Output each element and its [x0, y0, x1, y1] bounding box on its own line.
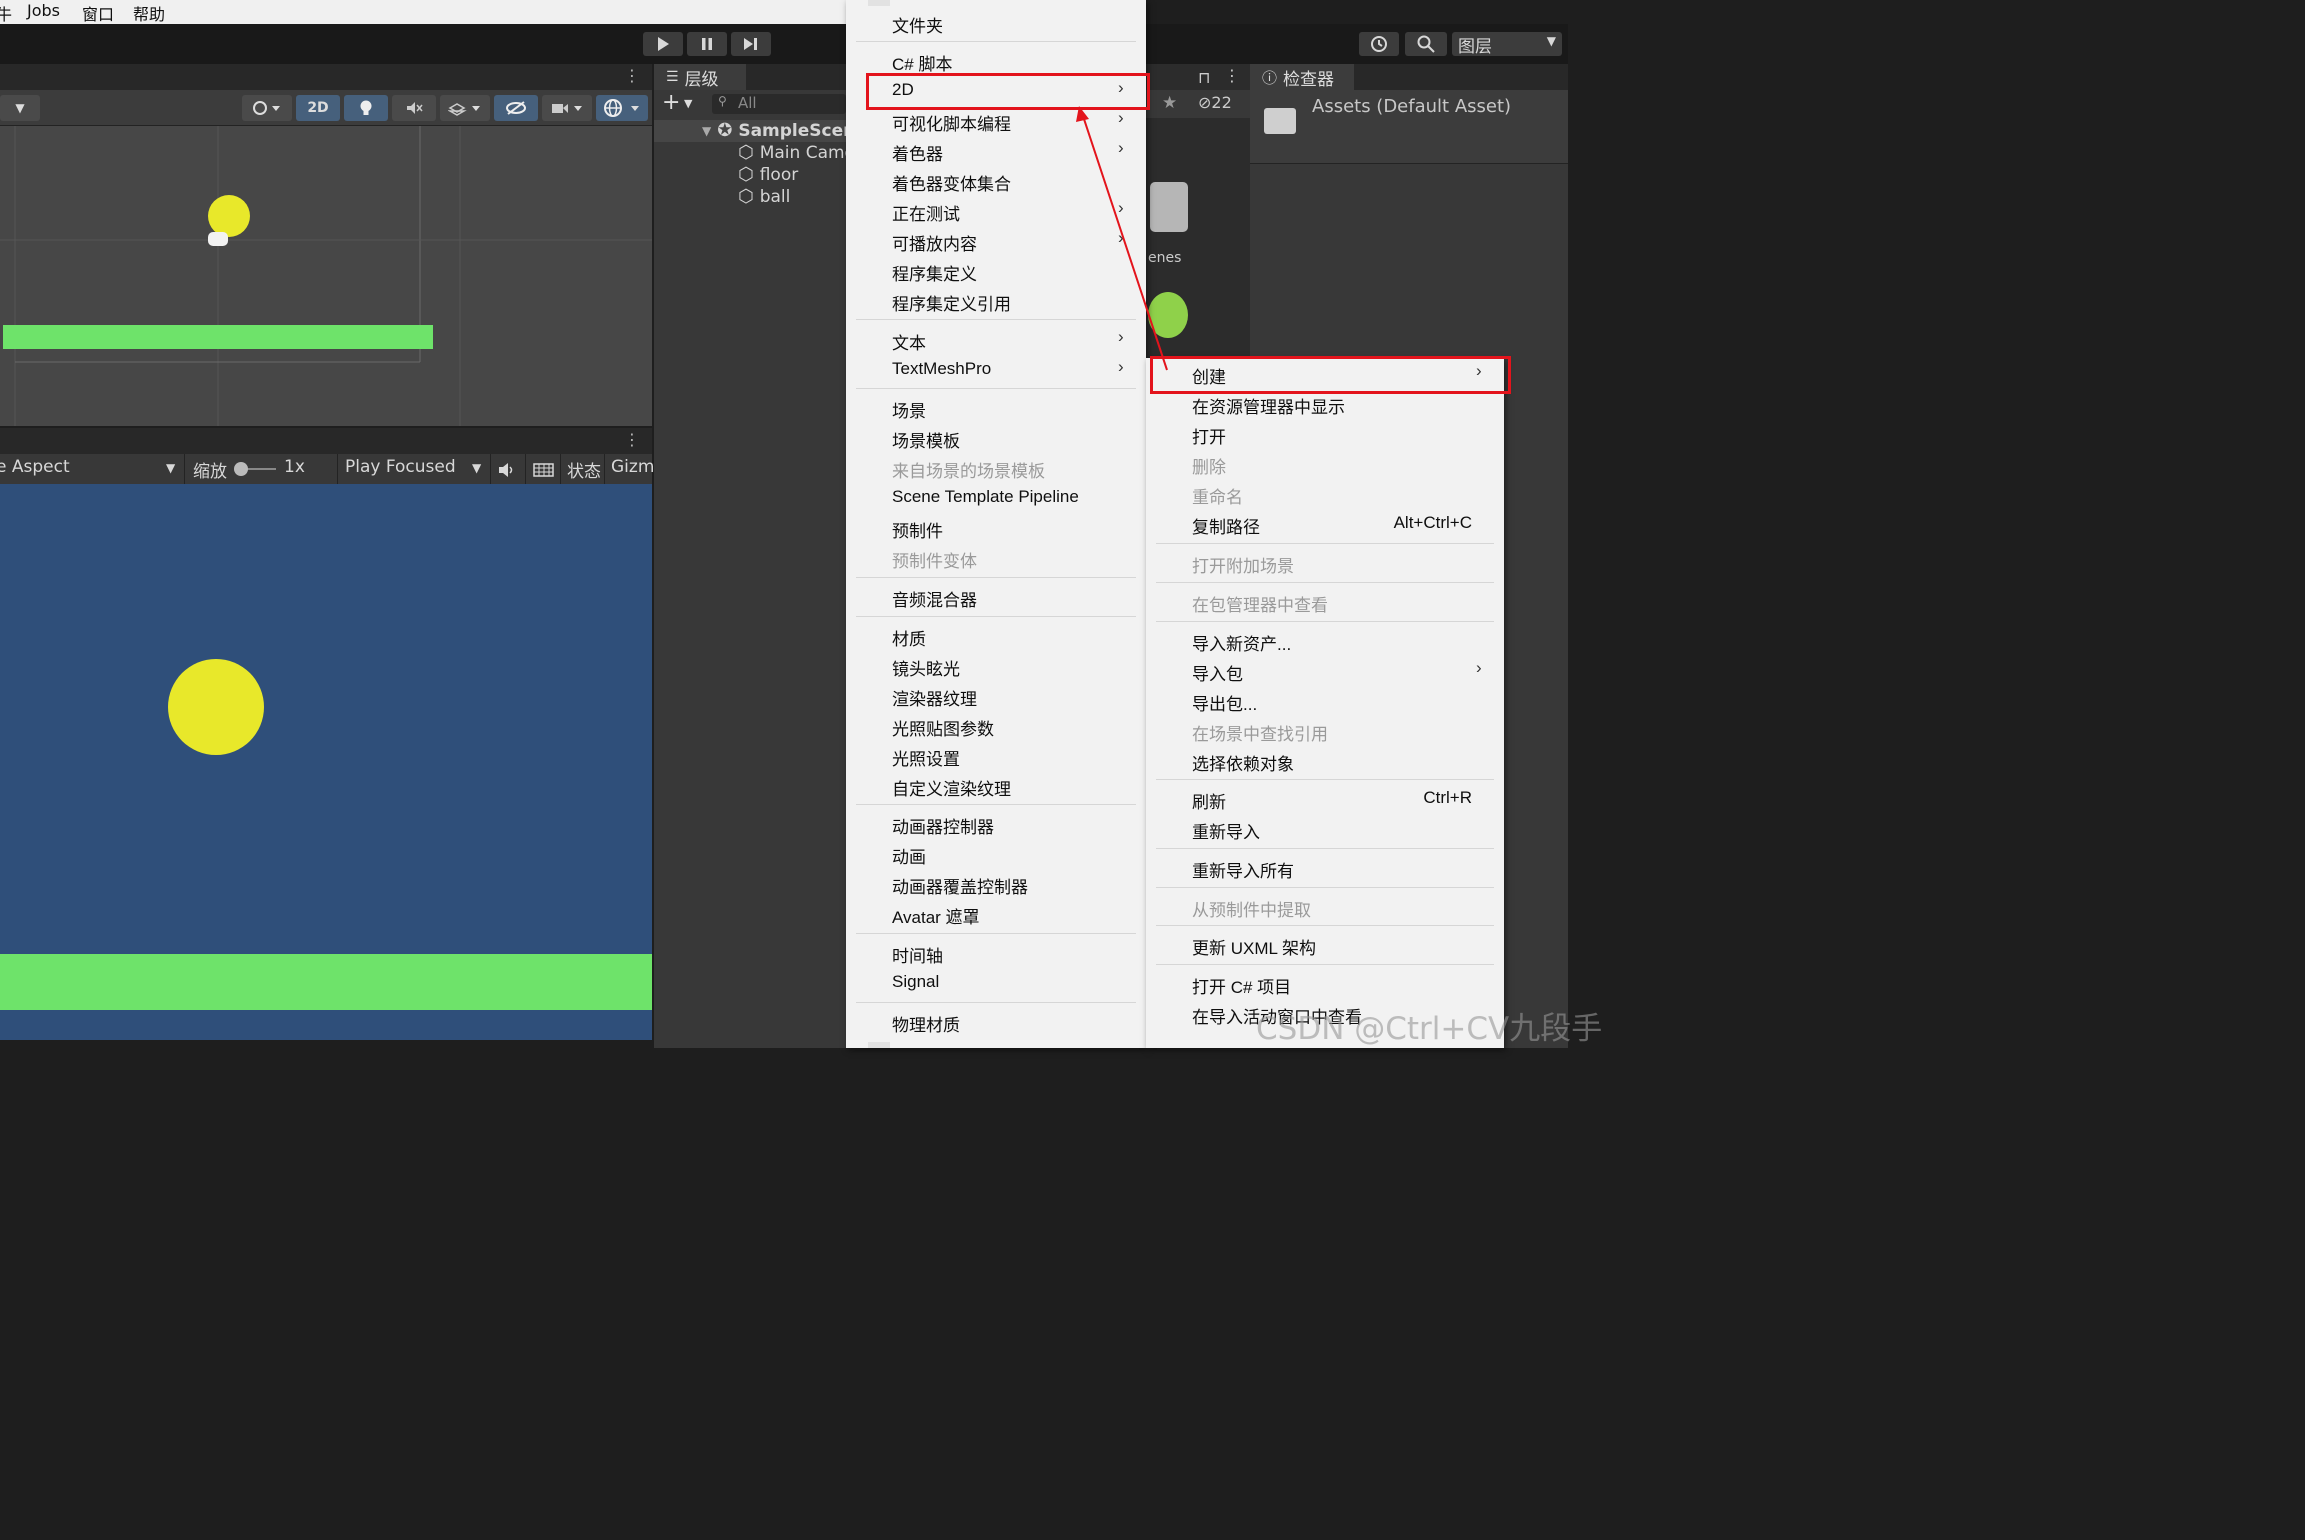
watermark: CSDN @Ctrl+CV九段手 — [1256, 1011, 1603, 1047]
annotation-arrow — [1076, 106, 1168, 371]
